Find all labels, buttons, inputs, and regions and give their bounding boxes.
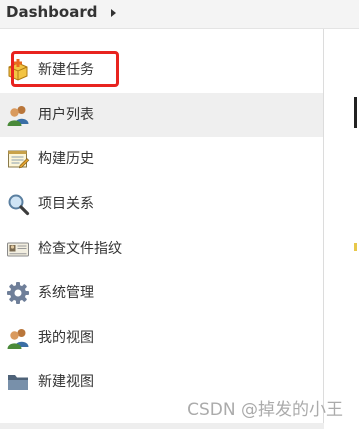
sidebar-item-label[interactable]: 用户列表	[38, 106, 94, 124]
watermark: CSDN @掉发的小王	[187, 400, 343, 420]
breadcrumb-bar: Dashboard	[0, 0, 359, 29]
sidebar-item-my-views[interactable]: 我的视图	[0, 316, 323, 361]
sidebar-item-people[interactable]: 用户列表	[0, 92, 323, 138]
sidebar-item-label[interactable]: 检查文件指纹	[38, 240, 122, 258]
sidebar-item-label[interactable]: 我的视图	[38, 329, 94, 347]
fingerprint-icon[interactable]	[6, 237, 30, 261]
task-list: 新建任务 用户列表 构建历史 项目关系 检查文件指纹 系统管理 我的视图 新建视…	[0, 48, 323, 405]
gear-icon[interactable]	[6, 281, 30, 305]
sidebar-item-label[interactable]: 构建历史	[38, 150, 94, 168]
caret-right-icon[interactable]	[111, 9, 116, 17]
breadcrumb-dashboard-link[interactable]: Dashboard	[6, 3, 97, 21]
main-content-edge	[354, 97, 357, 128]
search-icon[interactable]	[6, 192, 30, 216]
folder-icon[interactable]	[6, 370, 30, 394]
side-panel-footer	[0, 423, 324, 429]
notepad-icon[interactable]	[6, 147, 30, 171]
side-panel: 新建任务 用户列表 构建历史 项目关系 检查文件指纹 系统管理 我的视图 新建视…	[0, 29, 324, 423]
sidebar-item-project-relationship[interactable]: 项目关系	[0, 182, 323, 227]
people-icon[interactable]	[6, 103, 30, 127]
user-icon[interactable]	[6, 326, 30, 350]
sidebar-item-label[interactable]: 项目关系	[38, 195, 94, 213]
sidebar-item-fingerprint[interactable]: 检查文件指纹	[0, 226, 323, 271]
sidebar-item-label[interactable]: 系统管理	[38, 284, 94, 302]
sidebar-item-new-task[interactable]: 新建任务	[0, 48, 323, 93]
main-content-marker	[354, 243, 357, 251]
sidebar-item-manage[interactable]: 系统管理	[0, 271, 323, 316]
sidebar-item-label[interactable]: 新建任务	[38, 61, 94, 79]
sidebar-item-label[interactable]: 新建视图	[38, 373, 94, 391]
new-item-icon[interactable]	[6, 58, 30, 82]
sidebar-item-build-history[interactable]: 构建历史	[0, 137, 323, 182]
